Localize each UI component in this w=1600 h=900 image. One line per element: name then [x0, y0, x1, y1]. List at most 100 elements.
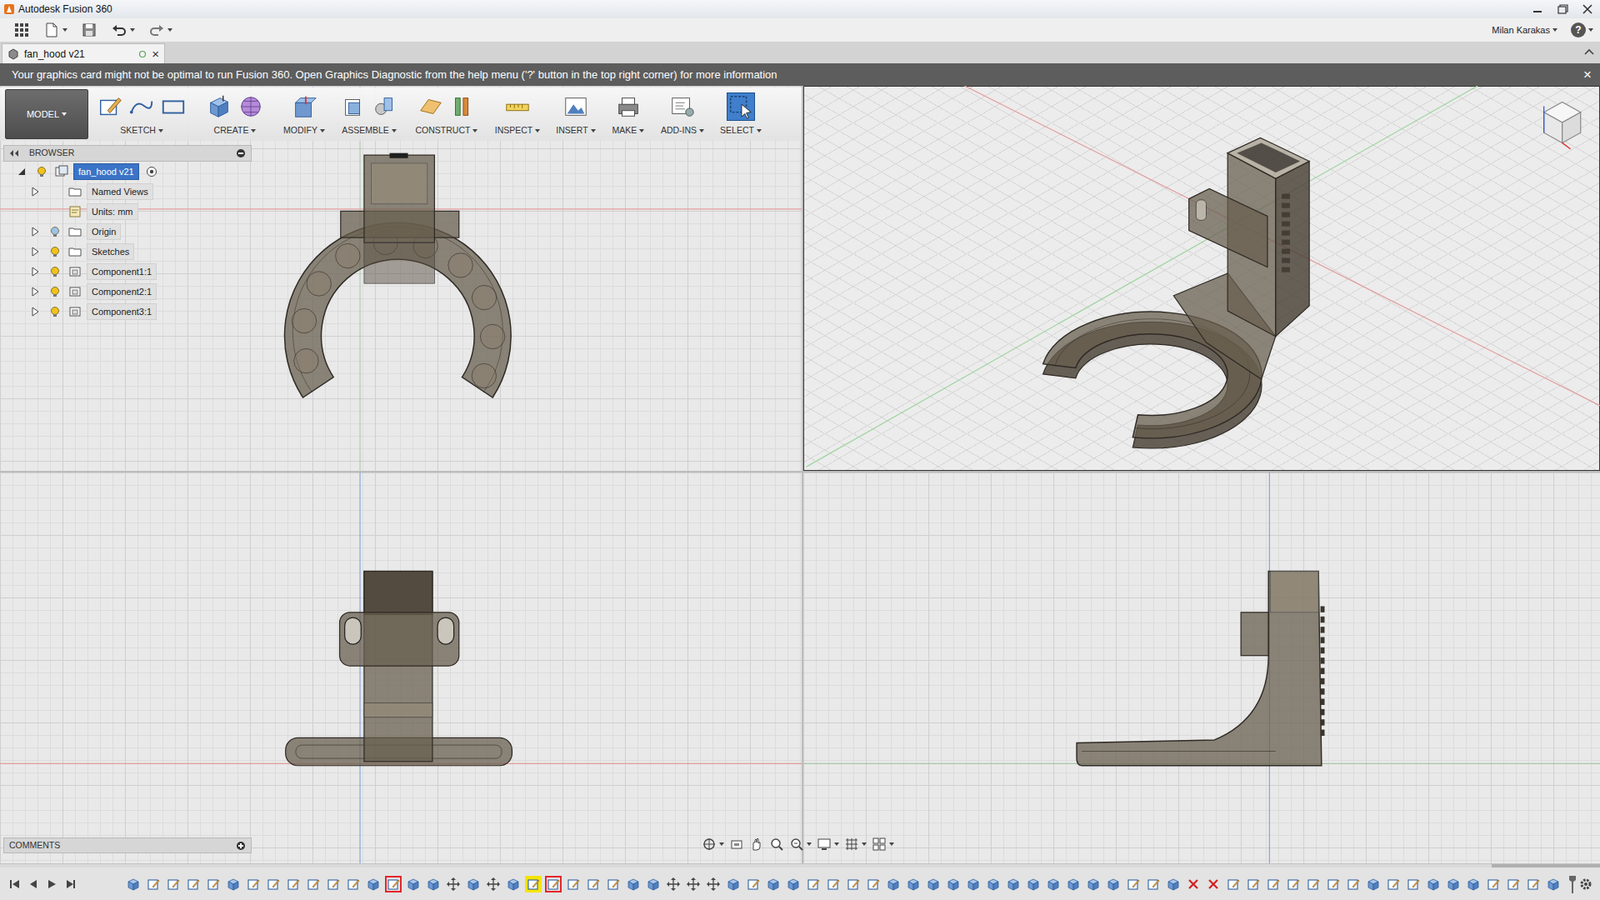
- timeline-scrollbar[interactable]: [0, 864, 1600, 868]
- timeline-feature[interactable]: [225, 875, 242, 893]
- browser-item-label[interactable]: Named Views: [86, 183, 154, 201]
- timeline-feature[interactable]: [565, 875, 582, 893]
- timeline-feature[interactable]: [1385, 875, 1402, 893]
- close-tab-button[interactable]: ×: [151, 47, 160, 60]
- timeline-feature[interactable]: [1125, 875, 1142, 893]
- file-icon[interactable]: [40, 20, 71, 40]
- orbit-icon[interactable]: [701, 836, 725, 852]
- expand-arrow-icon[interactable]: [28, 185, 42, 199]
- sketch-icon[interactable]: [95, 92, 125, 121]
- timeline-feature[interactable]: [1205, 875, 1222, 893]
- timeline-feature[interactable]: [1225, 875, 1242, 893]
- timeline-feature[interactable]: [625, 875, 642, 893]
- rect-icon[interactable]: [159, 92, 188, 121]
- help-menu[interactable]: ?: [1570, 22, 1594, 38]
- viewports-icon[interactable]: [871, 836, 895, 852]
- zoom-fit-icon[interactable]: [789, 836, 812, 852]
- timeline-feature[interactable]: [765, 875, 782, 893]
- pushpull-icon[interactable]: [290, 92, 319, 121]
- timeline-feature[interactable]: [1185, 875, 1202, 893]
- ribbon-group-label[interactable]: SKETCH: [120, 124, 164, 138]
- timeline-feature[interactable]: [605, 875, 622, 893]
- ribbon-group-label[interactable]: ASSEMBLE: [341, 124, 397, 138]
- collapse-panel-icon[interactable]: [9, 149, 20, 158]
- timeline-feature[interactable]: [1345, 875, 1362, 893]
- grid-settings-icon[interactable]: [844, 836, 867, 852]
- visibility-bulb-icon[interactable]: [48, 285, 62, 299]
- timeline-feature[interactable]: [1065, 875, 1082, 893]
- browser-item[interactable]: Component2:1: [3, 281, 252, 302]
- browser-item[interactable]: fan_hood v21: [3, 161, 252, 182]
- scripts-icon[interactable]: [668, 92, 697, 121]
- box-icon[interactable]: [205, 92, 234, 121]
- timeline-feature[interactable]: [1485, 875, 1502, 893]
- component-icon[interactable]: [339, 92, 368, 121]
- timeline-feature[interactable]: [1285, 875, 1302, 893]
- pan-hand-icon[interactable]: [749, 836, 765, 852]
- timeline-feature[interactable]: [965, 875, 982, 893]
- timeline-feature[interactable]: [725, 875, 742, 893]
- notification-close-button[interactable]: ×: [1583, 67, 1592, 82]
- timeline-feature[interactable]: [885, 875, 902, 893]
- browser-item-label[interactable]: Sketches: [86, 243, 135, 261]
- timeline-feature[interactable]: [1105, 875, 1122, 893]
- visibility-bulb-icon[interactable]: [48, 305, 62, 319]
- timeline-feature[interactable]: [185, 875, 202, 893]
- add-comment-icon[interactable]: [235, 840, 246, 851]
- timeline-feature[interactable]: [465, 875, 482, 893]
- display-settings-icon[interactable]: [816, 836, 840, 852]
- browser-item[interactable]: Component1:1: [3, 261, 252, 282]
- timeline-feature[interactable]: [485, 875, 502, 893]
- collapse-chevron-icon[interactable]: [1583, 46, 1595, 57]
- timeline-feature[interactable]: [425, 875, 442, 893]
- image-icon[interactable]: [561, 92, 590, 121]
- axis-icon[interactable]: [448, 92, 477, 121]
- timeline-feature[interactable]: [905, 875, 922, 893]
- timeline-feature[interactable]: [245, 875, 262, 893]
- home-viewport[interactable]: [803, 85, 1600, 471]
- timeline-feature[interactable]: [1025, 875, 1042, 893]
- timeline-feature[interactable]: [205, 875, 222, 893]
- timeline-feature[interactable]: [1045, 875, 1062, 893]
- close-window-icon[interactable]: [1575, 0, 1600, 18]
- expand-arrow-icon[interactable]: [28, 305, 42, 319]
- visibility-bulb-icon[interactable]: [48, 245, 62, 259]
- timeline-feature[interactable]: [1465, 875, 1482, 893]
- timeline-feature[interactable]: [145, 875, 162, 893]
- timeline-feature[interactable]: [985, 875, 1002, 893]
- visibility-bulb-icon[interactable]: [48, 265, 62, 279]
- minimize-panel-icon[interactable]: [235, 148, 246, 159]
- timeline-feature[interactable]: [525, 875, 542, 893]
- timeline-feature[interactable]: [945, 875, 962, 893]
- timeline-settings-gear-icon[interactable]: [1578, 876, 1594, 892]
- mesh-icon[interactable]: [236, 92, 265, 121]
- timeline-feature[interactable]: [1005, 875, 1022, 893]
- activate-target-icon[interactable]: [145, 165, 158, 178]
- browser-item-label[interactable]: Component3:1: [86, 303, 157, 321]
- timeline-feature[interactable]: [1445, 875, 1462, 893]
- help-button[interactable]: ?: [1570, 22, 1586, 38]
- browser-item[interactable]: Named Views: [3, 181, 252, 202]
- timeline-feature[interactable]: [1245, 875, 1262, 893]
- browser-item[interactable]: Component3:1: [3, 301, 252, 322]
- timeline-feature[interactable]: [545, 875, 562, 893]
- document-tab[interactable]: fan_hood v21×: [1, 43, 165, 64]
- timeline-feature[interactable]: [405, 875, 422, 893]
- joint-icon[interactable]: [370, 92, 400, 121]
- timeline-feature[interactable]: [1365, 875, 1382, 893]
- timeline-feature[interactable]: [705, 875, 722, 893]
- timeline-feature[interactable]: [1085, 875, 1102, 893]
- browser-item[interactable]: Origin: [3, 221, 252, 242]
- ribbon-group-label[interactable]: ADD-INS: [660, 124, 705, 138]
- browser-item-label[interactable]: fan_hood v21: [73, 163, 140, 181]
- save-icon[interactable]: [77, 20, 101, 40]
- look-at-icon[interactable]: [729, 836, 745, 852]
- print-icon[interactable]: [614, 92, 643, 121]
- browser-item-label[interactable]: Component2:1: [86, 283, 157, 301]
- browser-item-label[interactable]: Units: mm: [86, 203, 139, 221]
- timeline-feature[interactable]: [1545, 875, 1562, 893]
- timeline-feature[interactable]: [1265, 875, 1282, 893]
- browser-item-label[interactable]: Origin: [86, 223, 121, 241]
- timeline-feature[interactable]: [1525, 875, 1542, 893]
- select-icon[interactable]: [726, 92, 755, 121]
